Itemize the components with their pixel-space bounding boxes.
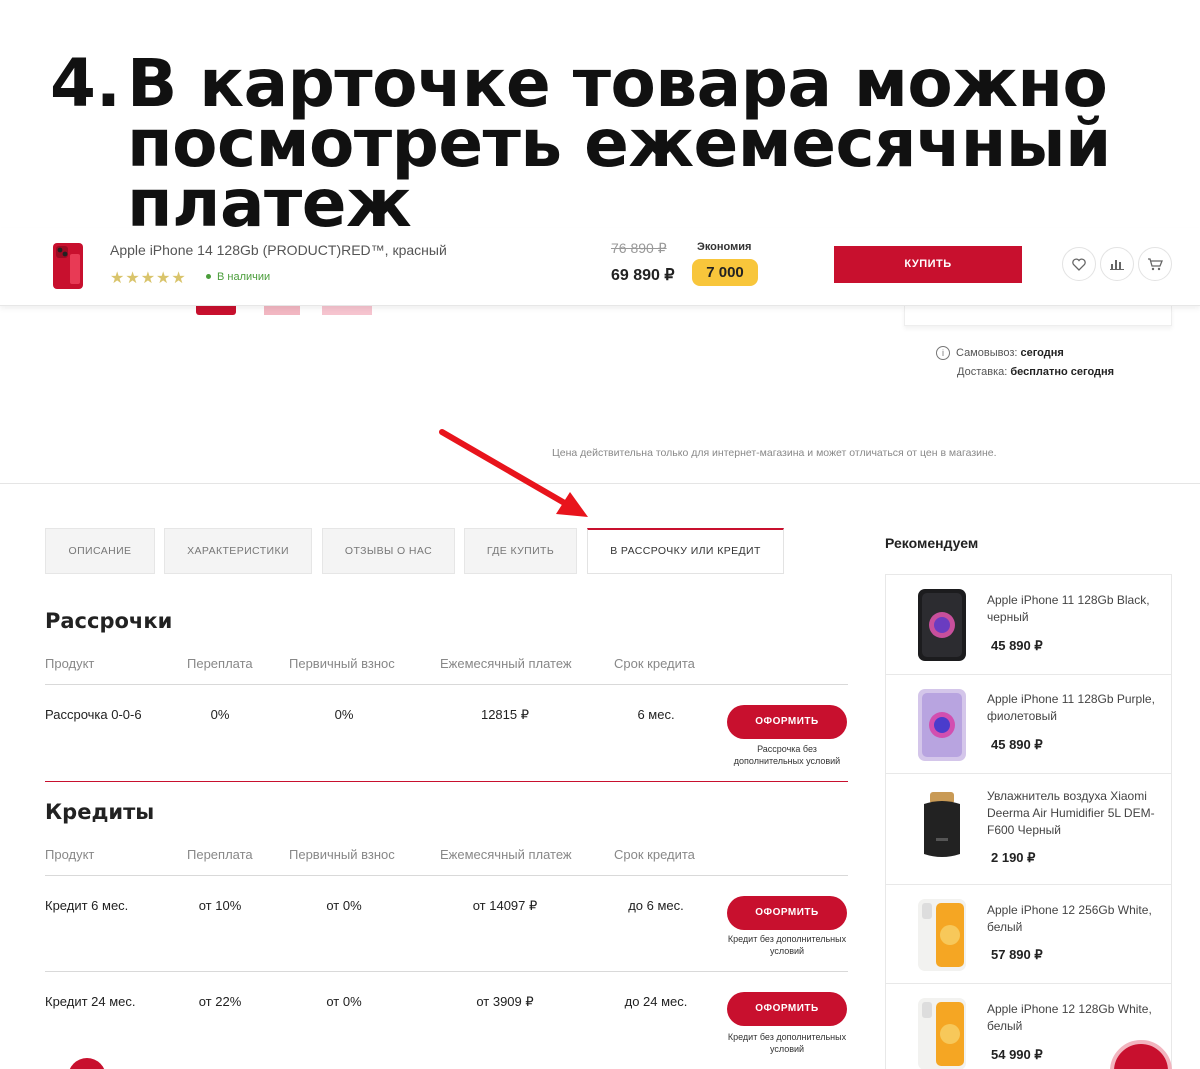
product-thumbnail — [53, 243, 83, 289]
chat-button[interactable] — [68, 1058, 106, 1069]
col-product: Продукт — [45, 656, 95, 671]
tab-description[interactable]: ОПИСАНИЕ — [45, 528, 155, 574]
col-overpay: Переплата — [187, 847, 253, 862]
recommend-price: 45 890 ₽ — [991, 638, 1043, 653]
credit-overpay: от 22% — [198, 994, 242, 1009]
recommend-name[interactable]: Apple iPhone 11 128Gb Black, черный — [987, 592, 1162, 626]
delivery-label: Доставка: — [957, 366, 1008, 378]
phone-image — [918, 998, 966, 1069]
old-price: 76 890 ₽ — [611, 240, 667, 256]
stock-label: В наличии — [217, 271, 271, 283]
favorite-button[interactable] — [1062, 247, 1096, 281]
recommend-name[interactable]: Apple iPhone 12 128Gb White, белый — [987, 1001, 1162, 1035]
phone-image — [918, 689, 966, 761]
savings-label: Экономия — [697, 241, 752, 253]
installment-monthly: 12815 ₽ — [480, 707, 530, 722]
phone-image — [918, 899, 966, 971]
credit-down: от 0% — [326, 898, 362, 913]
recommend-card[interactable]: Apple iPhone 12 256Gb White, белый 57 89… — [885, 884, 1172, 984]
recommend-price: 2 190 ₽ — [991, 850, 1036, 865]
tab-reviews[interactable]: ОТЗЫВЫ О НАС — [322, 528, 455, 574]
recommend-card[interactable]: Увлажнитель воздуха Xiaomi Deerma Air Hu… — [885, 773, 1172, 885]
recommend-card[interactable]: Apple iPhone 11 128Gb Purple, фиолетовый… — [885, 674, 1172, 774]
price-disclaimer: Цена действительна только для интернет-м… — [552, 447, 997, 459]
pickup-info: i Самовывоз: сегодня — [936, 346, 1064, 360]
tab-where-to-buy[interactable]: ГДЕ КУПИТЬ — [464, 528, 577, 574]
tab-installment-credit[interactable]: В РАССРОЧКУ ИЛИ КРЕДИТ — [587, 528, 784, 574]
installments-title: Рассрочки — [45, 609, 173, 633]
section-divider — [0, 483, 1200, 484]
annotation-arrow-icon — [439, 429, 588, 517]
recommend-name[interactable]: Apple iPhone 11 128Gb Purple, фиолетовый — [987, 691, 1162, 725]
phone-image — [918, 589, 966, 661]
current-price: 69 890 ₽ — [611, 267, 675, 284]
recommend-name[interactable]: Увлажнитель воздуха Xiaomi Deerma Air Hu… — [987, 788, 1162, 839]
delivery-info: Доставка: бесплатно сегодня — [957, 366, 1114, 378]
savings-badge: 7 000 — [692, 259, 758, 286]
compare-button[interactable] — [1100, 247, 1134, 281]
col-monthly: Ежемесячный платеж — [440, 847, 572, 862]
credit-down: от 0% — [326, 994, 362, 1009]
recommend-price: 45 890 ₽ — [991, 737, 1043, 752]
credit-product: Кредит 6 мес. — [45, 898, 129, 913]
table-divider — [45, 971, 848, 972]
pickup-value: сегодня — [1020, 346, 1064, 359]
headline-number: 4. — [50, 45, 121, 122]
delivery-value: бесплатно сегодня — [1010, 366, 1115, 378]
section-divider-red — [45, 781, 848, 782]
apply-note: Кредит без дополнительных условий — [727, 934, 847, 956]
gallery-thumb[interactable] — [322, 306, 372, 315]
pickup-label: Самовывоз: — [956, 346, 1018, 359]
installment-down: 0% — [334, 707, 354, 722]
credit-term: до 24 мес. — [624, 994, 688, 1009]
col-overpay: Переплата — [187, 656, 253, 671]
credit-monthly: от 3909 ₽ — [476, 994, 534, 1009]
table-divider — [45, 684, 848, 685]
col-product: Продукт — [45, 847, 95, 862]
installment-overpay: 0% — [210, 707, 230, 722]
buy-panel-edge — [904, 306, 1172, 326]
table-divider — [45, 875, 848, 876]
compare-icon — [1110, 260, 1124, 270]
col-term: Срок кредита — [614, 656, 695, 671]
gallery-thumb[interactable] — [264, 306, 300, 315]
credit-overpay: от 10% — [198, 898, 242, 913]
apply-note: Кредит без дополнительных условий — [727, 1032, 847, 1054]
cart-icon — [1148, 258, 1163, 271]
installment-term: 6 мес. — [637, 707, 675, 722]
recommend-name[interactable]: Apple iPhone 12 256Gb White, белый — [987, 902, 1162, 936]
credit-monthly: от 14097 ₽ — [472, 898, 538, 913]
apply-button[interactable]: ОФОРМИТЬ — [727, 896, 847, 930]
rating-stars: ★★★★★ — [110, 268, 187, 287]
apply-button[interactable]: ОФОРМИТЬ — [727, 992, 847, 1026]
buy-button[interactable]: КУПИТЬ — [834, 246, 1022, 283]
humidifier-image — [924, 792, 960, 857]
apply-button[interactable]: ОФОРМИТЬ — [727, 705, 847, 739]
info-icon: i — [936, 346, 950, 360]
recommend-title: Рекомендуем — [885, 535, 979, 551]
credit-product: Кредит 24 мес. — [45, 994, 136, 1009]
col-down-payment: Первичный взнос — [289, 656, 395, 671]
recommend-card[interactable]: Apple iPhone 11 128Gb Black, черный 45 8… — [885, 574, 1172, 675]
headline: 4. В карточке товара можно посмотреть еж… — [0, 0, 1200, 245]
recommend-price: 54 990 ₽ — [991, 1047, 1043, 1062]
sticky-product-bar: Apple iPhone 14 128Gb (PRODUCT)RED™, кра… — [0, 228, 1200, 306]
product-title[interactable]: Apple iPhone 14 128Gb (PRODUCT)RED™, кра… — [110, 242, 447, 258]
apply-note: Рассрочка без дополнительных условий — [733, 744, 841, 766]
credit-term: до 6 мес. — [628, 898, 684, 913]
col-down-payment: Первичный взнос — [289, 847, 395, 862]
add-to-cart-button[interactable] — [1138, 247, 1172, 281]
credits-title: Кредиты — [45, 800, 155, 824]
col-monthly: Ежемесячный платеж — [440, 656, 572, 671]
stock-dot-icon — [206, 273, 211, 279]
installment-product: Рассрочка 0-0-6 — [45, 707, 142, 722]
stock-status: В наличии — [206, 271, 270, 283]
col-term: Срок кредита — [614, 847, 695, 862]
heart-icon — [1072, 257, 1086, 271]
gallery-thumb[interactable] — [196, 306, 236, 315]
recommend-price: 57 890 ₽ — [991, 947, 1043, 962]
tab-specs[interactable]: ХАРАКТЕРИСТИКИ — [164, 528, 312, 574]
